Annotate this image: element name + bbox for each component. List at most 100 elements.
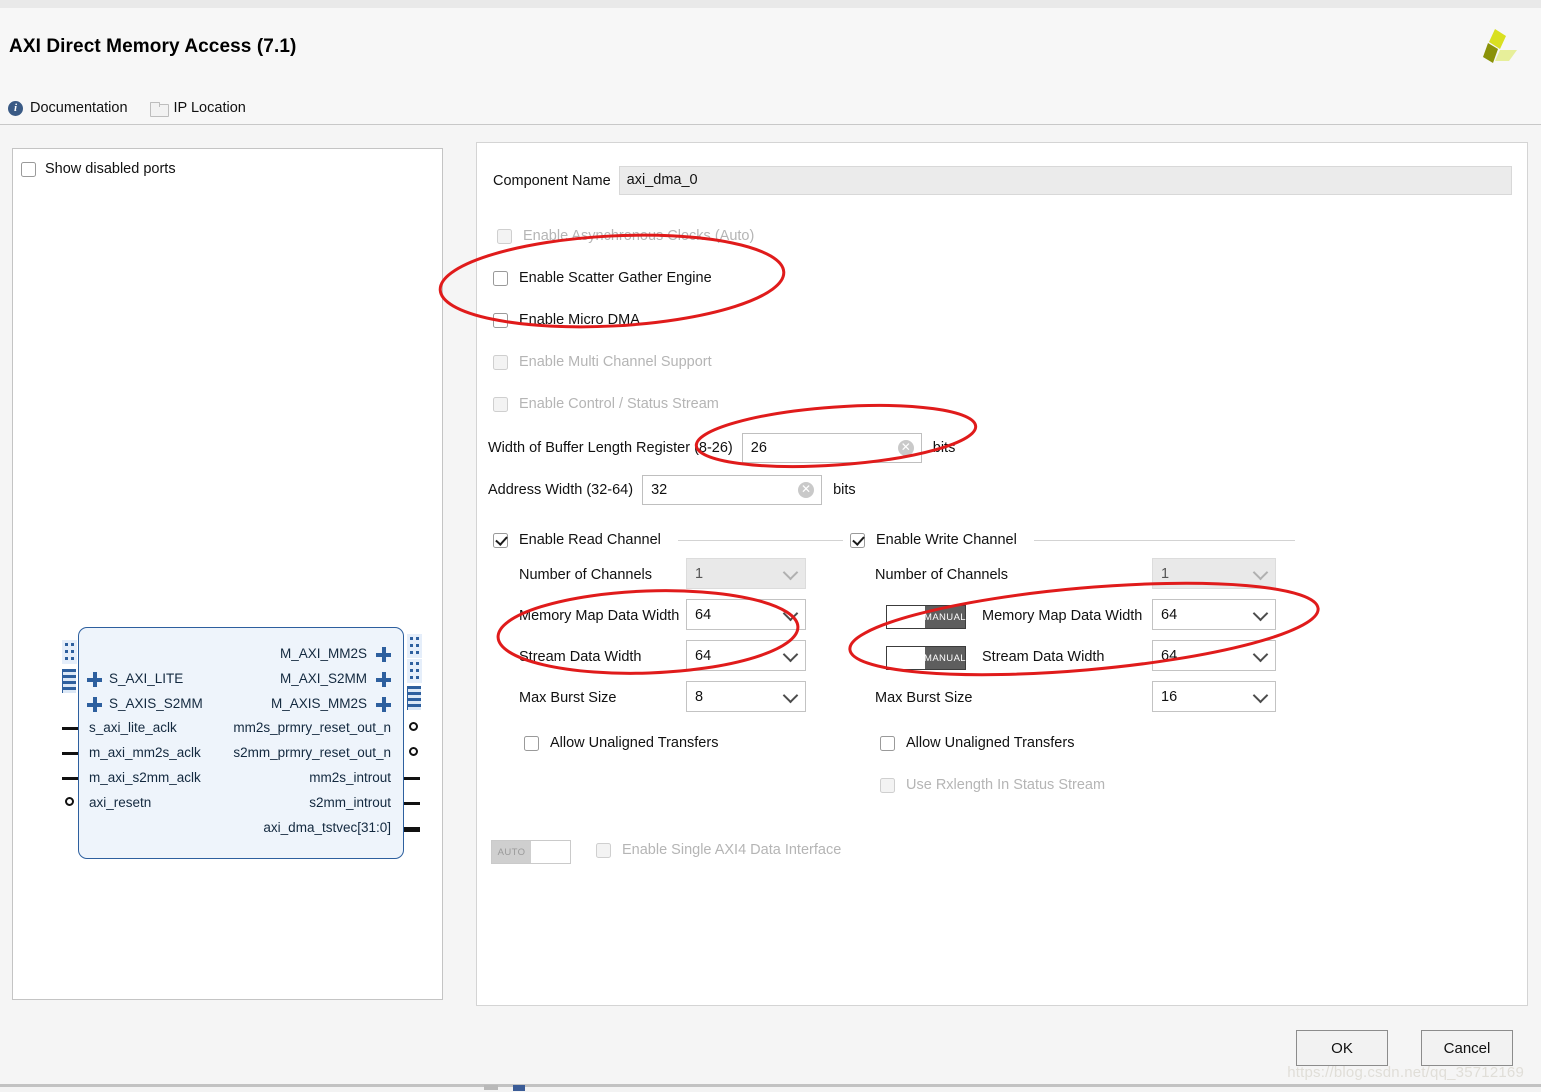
bottom-strip bbox=[0, 1087, 1541, 1092]
write-allow-unaligned-row[interactable]: Allow Unaligned Transfers bbox=[880, 735, 1074, 751]
wire-stub-m-axi-mm2s-aclk bbox=[62, 752, 78, 755]
expand-icon-m-axi-s2mm[interactable] bbox=[376, 672, 391, 687]
buffer-length-row: Width of Buffer Length Register (8-26) 2… bbox=[488, 433, 955, 463]
expand-icon-m-axis-mm2s[interactable] bbox=[376, 697, 391, 712]
checkbox-row-enable-control-status-stream: Enable Control / Status Stream bbox=[493, 396, 719, 412]
toggle-tag-write-mm-width: MANUAL bbox=[924, 606, 966, 628]
pin-grid-m-axi-mm2s bbox=[407, 634, 422, 658]
chevron-down-icon-write-stream-width[interactable] bbox=[1252, 646, 1269, 662]
chevron-down-icon-read-channels bbox=[782, 564, 799, 580]
header-link-row: i Documentation IP Location bbox=[8, 100, 246, 117]
write-allow-unaligned-checkbox[interactable] bbox=[880, 735, 895, 751]
write-number-of-channels-select: 1 bbox=[1152, 558, 1276, 589]
read-allow-unaligned-checkbox[interactable] bbox=[524, 735, 539, 751]
enable-async-clocks-label: Enable Asynchronous Clocks (Auto) bbox=[523, 228, 755, 244]
manual-toggle-write-stream-data-width[interactable]: MANUAL bbox=[886, 646, 966, 670]
read-max-burst-size-value: 8 bbox=[695, 688, 704, 705]
port-label-s-axis-s2mm: S_AXIS_S2MM bbox=[109, 696, 203, 711]
address-width-units: bits bbox=[833, 482, 856, 498]
chevron-down-icon-write-burst[interactable] bbox=[1252, 687, 1269, 703]
read-number-of-channels-label: Number of Channels bbox=[519, 567, 652, 583]
read-memory-map-data-width-value: 64 bbox=[695, 606, 712, 623]
chevron-down-icon-read-mm-width[interactable] bbox=[782, 605, 799, 621]
pin-grid-m-axis-mm2s bbox=[407, 686, 421, 710]
wire-stub-s2mm-introut bbox=[404, 802, 420, 805]
enable-multi-channel-checkbox bbox=[493, 354, 508, 370]
buffer-length-input[interactable]: 26 ✕ bbox=[741, 433, 922, 463]
clear-icon-buffer-length[interactable]: ✕ bbox=[897, 440, 914, 456]
page-title: AXI Direct Memory Access (7.1) bbox=[9, 36, 297, 57]
wire-stub-m-axi-s2mm-aclk bbox=[62, 777, 78, 780]
window-top-strip bbox=[0, 0, 1541, 8]
checkbox-row-enable-multi-channel: Enable Multi Channel Support bbox=[493, 354, 712, 370]
buffer-length-units: bits bbox=[932, 440, 956, 456]
checkbox-row-enable-scatter-gather[interactable]: Enable Scatter Gather Engine bbox=[493, 270, 712, 286]
bottom-scroll-thumb[interactable] bbox=[513, 1085, 525, 1091]
group-divider-read bbox=[677, 539, 843, 541]
component-name-label: Component Name bbox=[493, 172, 611, 189]
read-max-burst-size-select[interactable]: 8 bbox=[686, 681, 806, 712]
cancel-button[interactable]: Cancel bbox=[1421, 1030, 1513, 1066]
enable-single-axi4-checkbox bbox=[596, 842, 611, 858]
read-memory-map-data-width-select[interactable]: 64 bbox=[686, 599, 806, 630]
expand-icon-s-axi-lite[interactable] bbox=[87, 672, 102, 687]
info-icon: i bbox=[8, 100, 23, 116]
port-label-s2mm-introut: s2mm_introut bbox=[309, 795, 391, 810]
component-name-input[interactable]: axi_dma_0 bbox=[618, 166, 1512, 195]
address-width-input[interactable]: 32 ✕ bbox=[642, 475, 823, 505]
toggle-knob-write-stream-width bbox=[887, 647, 925, 669]
enable-scatter-gather-label: Enable Scatter Gather Engine bbox=[519, 270, 712, 286]
write-max-burst-size-label: Max Burst Size bbox=[875, 690, 973, 706]
expand-icon-s-axis-s2mm[interactable] bbox=[87, 697, 102, 712]
chevron-down-icon-write-mm-width[interactable] bbox=[1252, 605, 1269, 621]
write-channel-group-header[interactable]: Enable Write Channel bbox=[850, 532, 1295, 548]
group-divider-write bbox=[1033, 539, 1295, 541]
write-allow-unaligned-label: Allow Unaligned Transfers bbox=[906, 735, 1075, 751]
write-memory-map-data-width-select[interactable]: 64 bbox=[1152, 599, 1276, 630]
expand-icon-m-axi-mm2s[interactable] bbox=[376, 647, 391, 662]
folder-icon bbox=[149, 101, 169, 117]
port-label-mm2s-prmry-reset-out-n: mm2s_prmry_reset_out_n bbox=[233, 720, 391, 735]
read-number-of-channels-select: 1 bbox=[686, 558, 806, 589]
wire-stub-s-axi-lite-aclk bbox=[62, 727, 78, 730]
port-label-s-axi-lite-aclk: s_axi_lite_aclk bbox=[89, 720, 177, 735]
pin-grid-s-axi-lite bbox=[62, 640, 77, 664]
read-max-burst-size-label: Max Burst Size bbox=[519, 690, 617, 706]
write-stream-data-width-select[interactable]: 64 bbox=[1152, 640, 1276, 671]
documentation-link[interactable]: i Documentation bbox=[8, 100, 128, 116]
toggle-knob-single-axi4 bbox=[531, 841, 570, 863]
ip-location-link[interactable]: IP Location bbox=[149, 100, 246, 117]
enable-write-channel-checkbox[interactable] bbox=[850, 532, 865, 548]
write-max-burst-size-select[interactable]: 16 bbox=[1152, 681, 1276, 712]
read-stream-data-width-select[interactable]: 64 bbox=[686, 640, 806, 671]
chevron-down-icon-write-channels bbox=[1252, 564, 1269, 580]
manual-toggle-write-memory-map-data-width[interactable]: MANUAL bbox=[886, 605, 966, 629]
ip-block-symbol: S_AXI_LITE S_AXIS_S2MM s_axi_lite_aclk m… bbox=[62, 627, 422, 859]
enable-scatter-gather-checkbox[interactable] bbox=[493, 270, 508, 286]
port-label-axi-resetn: axi_resetn bbox=[89, 795, 152, 810]
read-stream-data-width-label: Stream Data Width bbox=[519, 649, 642, 665]
show-disabled-ports-row[interactable]: Show disabled ports bbox=[21, 161, 176, 177]
write-memory-map-data-width-value: 64 bbox=[1161, 606, 1178, 623]
checkbox-row-enable-micro-dma[interactable]: Enable Micro DMA bbox=[493, 312, 640, 328]
port-label-s2mm-prmry-reset-out-n: s2mm_prmry_reset_out_n bbox=[233, 745, 391, 760]
enable-micro-dma-checkbox[interactable] bbox=[493, 312, 508, 328]
show-disabled-ports-checkbox[interactable] bbox=[21, 161, 36, 177]
read-allow-unaligned-label: Allow Unaligned Transfers bbox=[550, 735, 719, 751]
clear-icon-address-width[interactable]: ✕ bbox=[798, 482, 815, 498]
write-number-of-channels-value: 1 bbox=[1161, 565, 1170, 582]
enable-read-channel-checkbox[interactable] bbox=[493, 532, 508, 548]
chevron-down-icon-read-stream-width[interactable] bbox=[782, 646, 799, 662]
chevron-down-icon-read-burst[interactable] bbox=[782, 687, 799, 703]
write-max-burst-size-value: 16 bbox=[1161, 688, 1178, 705]
xilinx-logo bbox=[1471, 28, 1519, 72]
toggle-knob-write-mm-width bbox=[887, 606, 925, 628]
read-channel-group-header[interactable]: Enable Read Channel bbox=[493, 532, 843, 548]
ok-button[interactable]: OK bbox=[1296, 1030, 1388, 1066]
port-label-m-axi-s2mm: M_AXI_S2MM bbox=[279, 671, 367, 686]
ports-preview-panel: Show disabled ports S_AXI_LITE S_AXIS_S2… bbox=[12, 148, 443, 1000]
read-allow-unaligned-row[interactable]: Allow Unaligned Transfers bbox=[524, 735, 718, 751]
configuration-panel: Component Name axi_dma_0 Enable Asynchro… bbox=[476, 142, 1528, 1006]
enable-read-channel-label: Enable Read Channel bbox=[519, 532, 661, 548]
bottom-scroll-track bbox=[484, 1085, 498, 1090]
